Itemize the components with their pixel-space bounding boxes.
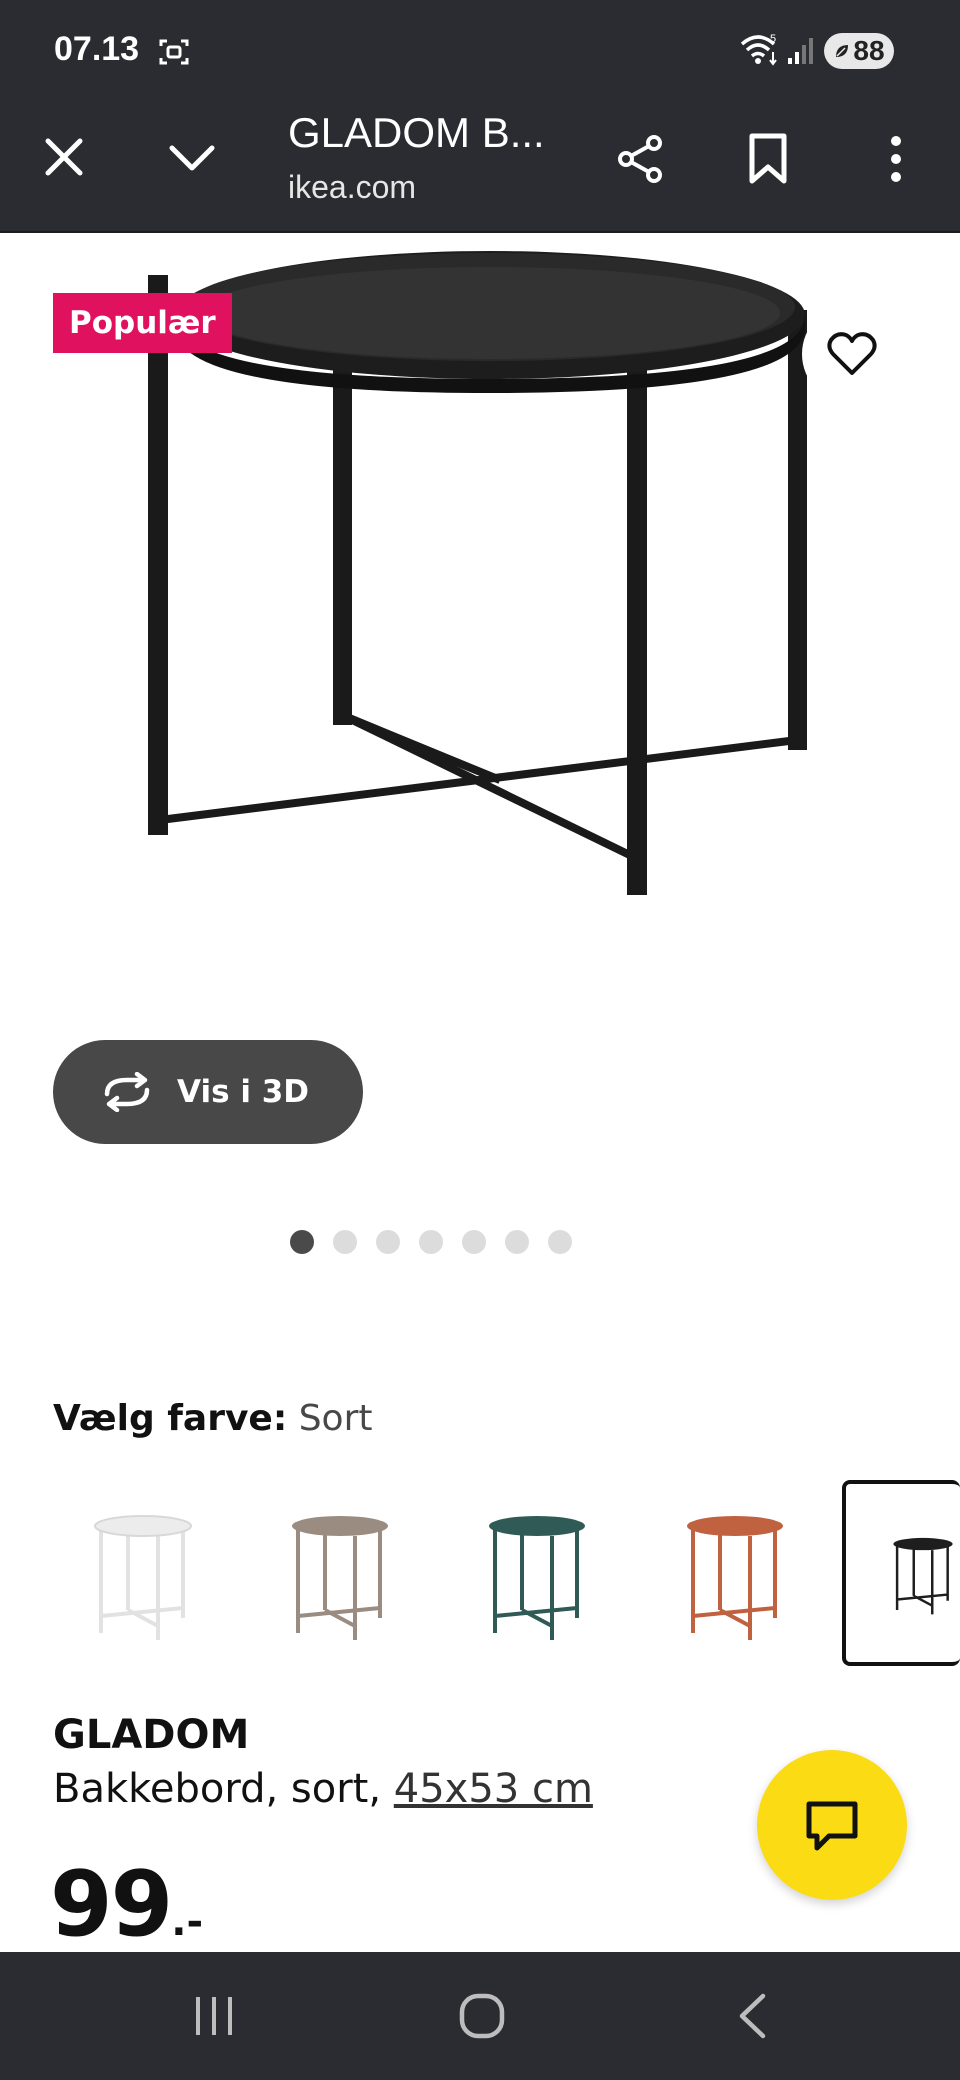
signal-icon (788, 38, 813, 64)
bookmark-button[interactable] (728, 119, 808, 199)
swatch-table-image (292, 1516, 388, 1640)
carousel-dot[interactable] (376, 1230, 400, 1254)
screenshot-icon (159, 39, 189, 65)
swatch-table-image (94, 1515, 192, 1640)
chevron-down-icon (169, 145, 215, 171)
view-in-3d-label: Vis i 3D (177, 1074, 310, 1110)
colour-swatch-beige[interactable] (250, 1480, 430, 1666)
battery-saver-leaf-icon (836, 45, 849, 57)
swatch-table-image (893, 1537, 953, 1615)
svg-text:5: 5 (770, 33, 776, 45)
custom-tab-toolbar: GLADOM B... ikea.com (0, 105, 960, 233)
carousel-dot[interactable] (505, 1230, 529, 1254)
share-icon (618, 135, 662, 183)
view-in-3d-button[interactable]: Vis i 3D (53, 1040, 363, 1144)
share-button[interactable] (600, 119, 680, 199)
more-vertical-icon (891, 136, 901, 182)
recent-apps-button[interactable] (174, 1976, 254, 2056)
wifi-icon: 5 (740, 33, 777, 66)
product-size-link[interactable]: 45x53 cm (394, 1766, 593, 1812)
product-description: Bakkebord, sort, 45x53 cm (53, 1766, 593, 1812)
rotate-3d-icon (104, 1072, 150, 1112)
battery-level: 88 (853, 35, 885, 66)
colour-swatch-orange[interactable] (645, 1480, 825, 1666)
colour-selector-label: Vælg farve: Sort (53, 1398, 373, 1439)
carousel-dot[interactable] (419, 1230, 443, 1254)
selected-colour: Sort (298, 1398, 373, 1439)
close-icon (45, 138, 83, 176)
colour-swatch-white[interactable] (53, 1480, 233, 1666)
page-url: ikea.com (288, 169, 417, 205)
product-type: Bakkebord, sort, (53, 1766, 382, 1812)
chat-icon (806, 1801, 858, 1851)
colour-swatches (0, 1480, 960, 1666)
popular-badge: Populær (53, 293, 232, 353)
close-tab-button[interactable] (24, 117, 104, 197)
product-price: 99.- (50, 1852, 203, 1957)
back-button[interactable] (712, 1976, 792, 2056)
image-carousel-dots (0, 1230, 960, 1254)
minimize-tab-button[interactable] (152, 117, 232, 197)
price-value: 99 (50, 1852, 173, 1957)
colour-swatch-black[interactable] (842, 1480, 960, 1666)
product-name: GLADOM (53, 1712, 250, 1758)
page-title: GLADOM B... (288, 109, 545, 156)
price-suffix: .- (171, 1899, 204, 1945)
swatch-table-image (489, 1516, 585, 1640)
home-button[interactable] (442, 1976, 522, 2056)
colour-swatch-green[interactable] (447, 1480, 627, 1666)
bookmark-icon (749, 133, 787, 184)
chat-button[interactable] (757, 1750, 907, 1900)
heart-icon (827, 332, 877, 375)
battery-indicator: 88 (824, 33, 894, 69)
more-options-button[interactable] (856, 119, 936, 199)
favourite-button[interactable] (802, 304, 902, 404)
swatch-table-image (687, 1516, 783, 1640)
carousel-dot[interactable] (290, 1230, 314, 1254)
carousel-dot[interactable] (333, 1230, 357, 1254)
system-navigation-bar (0, 1952, 960, 2080)
status-bar: 07.13 5 88 (0, 0, 960, 105)
status-time: 07.13 (54, 30, 140, 68)
carousel-dot[interactable] (462, 1230, 486, 1254)
recent-apps-icon (196, 1997, 232, 2035)
colour-label: Vælg farve: (53, 1398, 288, 1439)
carousel-dot[interactable] (548, 1230, 572, 1254)
home-icon (459, 1993, 505, 2039)
back-icon (739, 1993, 766, 2039)
